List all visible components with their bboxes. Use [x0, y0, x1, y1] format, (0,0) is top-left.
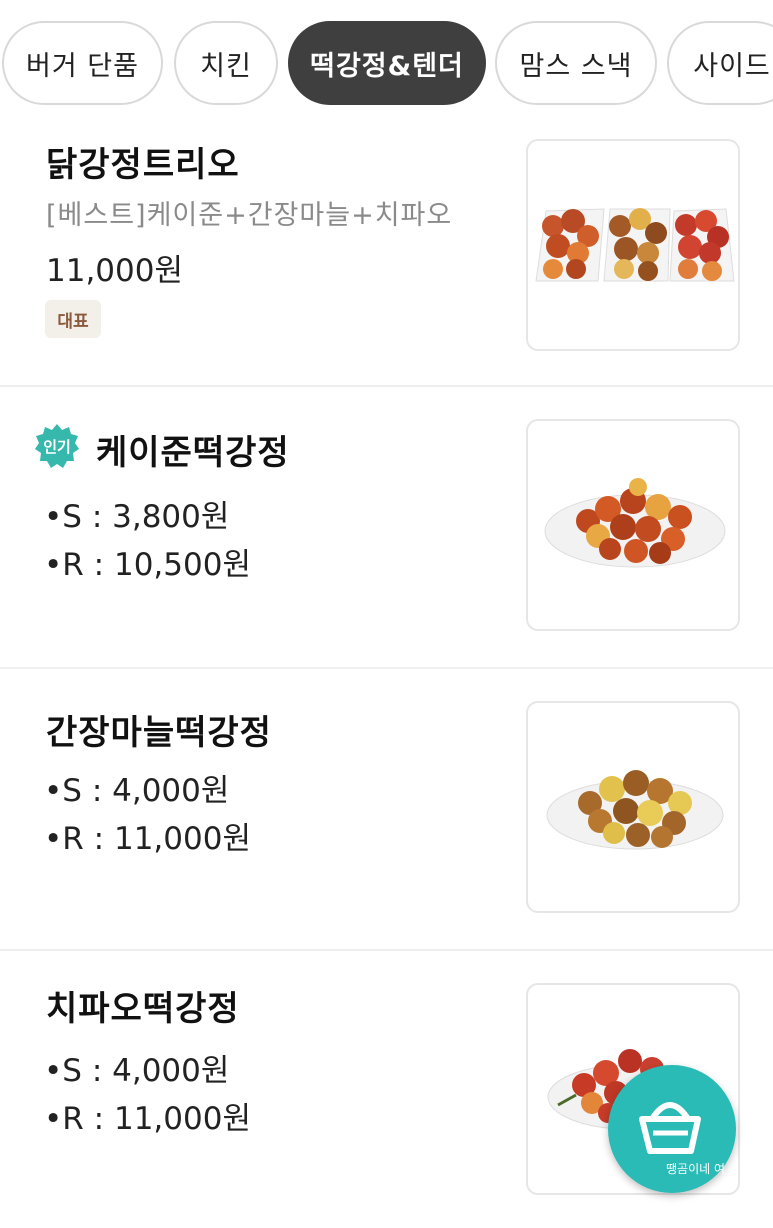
category-tab-bar: 버거 단품 치킨 떡강정&텐더 맘스 스낵 사이드 — [0, 0, 773, 125]
tab-chicken[interactable]: 치킨 — [174, 21, 278, 105]
cajun-food-icon — [544, 478, 726, 568]
item-title: 치파오떡강정 — [46, 989, 240, 1029]
item-image — [526, 701, 740, 913]
menu-item-cajun[interactable]: 인기 케이준떡강정 •S : 3,800원 •R : 10,500원 — [0, 385, 773, 667]
menu-item-soy-garlic[interactable]: 간장마늘떡강정 •S : 4,000원 •R : 11,000원 — [0, 667, 773, 949]
item-price-regular: •R : 11,000원 — [44, 821, 251, 857]
cart-caption: 땡곰이네 여 — [666, 1162, 726, 1176]
soy-garlic-food-icon — [546, 770, 724, 850]
item-image — [526, 139, 740, 351]
item-image — [526, 419, 740, 631]
representative-badge: 대표 — [45, 300, 101, 338]
item-title: 간장마늘떡강정 — [46, 713, 272, 753]
item-price: 11,000원 — [46, 253, 183, 289]
item-price-small: •S : 3,800원 — [44, 499, 230, 535]
item-title: 케이준떡강정 — [96, 433, 290, 473]
cart-button[interactable]: 땡곰이네 여 — [608, 1065, 736, 1193]
item-price-small: •S : 4,000원 — [44, 1053, 230, 1089]
trio-food-icon — [535, 208, 735, 282]
tab-moms-snack[interactable]: 맘스 스낵 — [495, 21, 657, 105]
item-price-regular: •R : 11,000원 — [44, 1101, 251, 1137]
item-price-regular: •R : 10,500원 — [44, 547, 251, 583]
tab-burger[interactable]: 버거 단품 — [2, 21, 163, 105]
tab-side[interactable]: 사이드 — [667, 21, 773, 105]
menu-item-chicken-trio[interactable]: 닭강정트리오 [베스트]케이준+간장마늘+치파오 11,000원 대표 — [0, 125, 773, 385]
popular-badge: 인기 — [34, 423, 80, 469]
item-title: 닭강정트리오 — [46, 145, 240, 185]
item-description: [베스트]케이준+간장마늘+치파오 — [46, 200, 453, 231]
item-price-small: •S : 4,000원 — [44, 773, 230, 809]
tab-tteokgangjeong-tender[interactable]: 떡강정&텐더 — [288, 21, 486, 105]
